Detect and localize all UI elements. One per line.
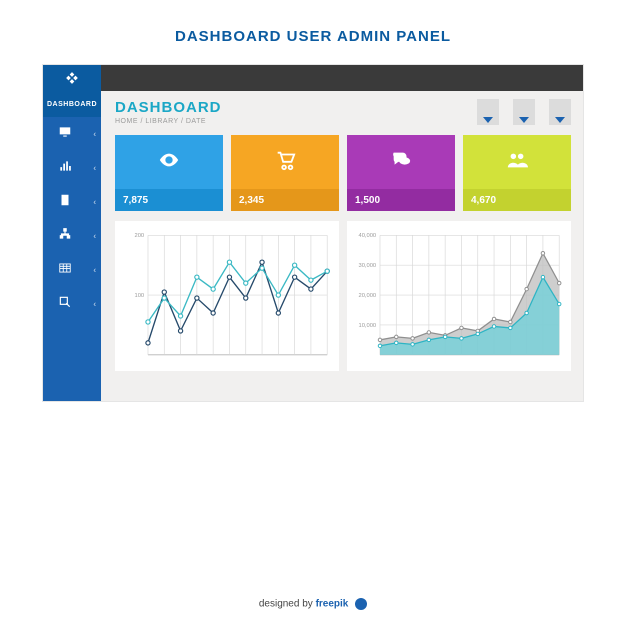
sidebar-item-sitemap[interactable]: ‹ [43, 219, 101, 253]
chevron-down-icon [519, 117, 529, 123]
app-logo[interactable] [43, 65, 101, 91]
page-title: DASHBOARD USER ADMIN PANEL [0, 0, 626, 65]
eye-icon [156, 149, 182, 176]
topbar-space [101, 65, 583, 91]
stat-value: 1,500 [347, 189, 455, 211]
sidebar-item-page[interactable]: ‹ [43, 185, 101, 219]
users-icon [504, 149, 530, 176]
content-title: DASHBOARD [115, 99, 222, 116]
credit-line: designed by freepik [0, 598, 626, 610]
chat-icon [388, 149, 414, 176]
area-chart: 40,000 30,000 20,000 10,000 [353, 229, 565, 365]
cart-icon [272, 149, 298, 176]
header-dropdown-1[interactable] [477, 99, 499, 125]
svg-text:30,000: 30,000 [358, 263, 376, 269]
chevron-left-icon: ‹ [93, 164, 96, 173]
stat-card-users[interactable]: 4,670 [463, 135, 571, 211]
stat-card-messages[interactable]: 1,500 [347, 135, 455, 211]
chevron-left-icon: ‹ [93, 266, 96, 275]
header-dropdown-2[interactable] [513, 99, 535, 125]
chevron-left-icon: ‹ [93, 232, 96, 241]
monitor-icon [57, 125, 73, 144]
sitemap-icon [57, 227, 73, 246]
sidebar: DASHBOARD ‹ ‹ ‹ ‹ ‹ [43, 91, 101, 401]
stat-value: 7,875 [115, 189, 223, 211]
header-dropdown-3[interactable] [549, 99, 571, 125]
page-icon [57, 193, 73, 212]
area-chart-panel: 40,000 30,000 20,000 10,000 [347, 221, 571, 371]
freepik-logo-icon [355, 598, 367, 610]
sidebar-item-monitor[interactable]: ‹ [43, 117, 101, 151]
stat-card-views[interactable]: 7,875 [115, 135, 223, 211]
chevron-left-icon: ‹ [93, 300, 96, 309]
grid-icon [57, 261, 73, 280]
line-chart: 200 100 [121, 229, 333, 365]
sidebar-item-dashboard[interactable]: DASHBOARD [43, 91, 101, 117]
chevron-down-icon [483, 117, 493, 123]
app-window: DASHBOARD ‹ ‹ ‹ ‹ ‹ [43, 65, 583, 401]
breadcrumb: HOME / LIBRARY / DATE [115, 118, 222, 125]
svg-text:100: 100 [135, 293, 145, 299]
topbar [43, 65, 583, 91]
diamond-icon [65, 71, 79, 85]
chevron-left-icon: ‹ [93, 130, 96, 139]
chevron-left-icon: ‹ [93, 198, 96, 207]
stat-cards: 7,875 2,345 1,500 4,670 [115, 135, 571, 211]
sidebar-item-stats[interactable]: ‹ [43, 151, 101, 185]
stat-value: 4,670 [463, 189, 571, 211]
stat-card-orders[interactable]: 2,345 [231, 135, 339, 211]
svg-text:40,000: 40,000 [358, 233, 376, 239]
bars-icon [57, 159, 73, 178]
svg-text:20,000: 20,000 [358, 293, 376, 299]
chevron-down-icon [555, 117, 565, 123]
svg-text:200: 200 [135, 233, 145, 239]
header-dropdowns [477, 99, 571, 125]
stat-value: 2,345 [231, 189, 339, 211]
svg-text:10,000: 10,000 [358, 323, 376, 329]
main-content: DASHBOARD HOME / LIBRARY / DATE 7,875 2 [101, 91, 583, 401]
sidebar-item-search[interactable]: ‹ [43, 287, 101, 321]
line-chart-panel: 200 100 [115, 221, 339, 371]
sidebar-item-grid[interactable]: ‹ [43, 253, 101, 287]
search-icon [57, 295, 73, 314]
